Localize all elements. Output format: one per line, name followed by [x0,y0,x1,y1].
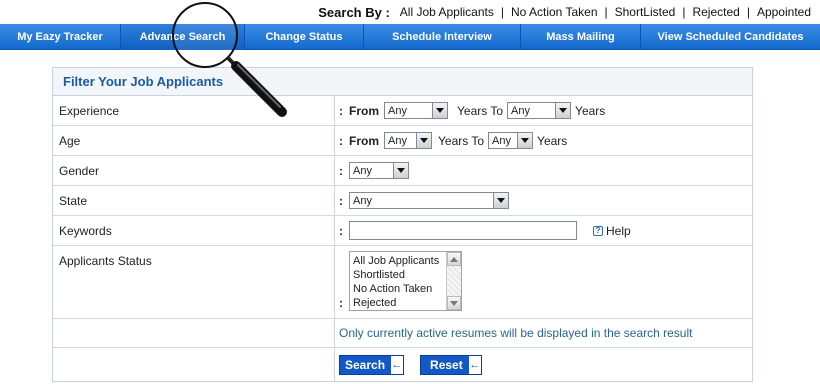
active-resumes-note: Only currently active resumes will be di… [339,326,693,340]
state-select[interactable]: Any [349,192,509,209]
colon: : [339,296,343,310]
search-by-all-job-applicants[interactable]: All Job Applicants [400,5,494,19]
help-label: Help [606,223,631,238]
status-row: Applicants Status : All Job Applicants S… [53,246,752,319]
search-by-bar: Search By : All Job Applicants | No Acti… [318,4,811,20]
chevron-down-icon [517,133,533,148]
panel-title: Filter Your Job Applicants [53,68,752,96]
gender-select[interactable]: Any [349,162,409,179]
age-row: Age : From Any Years To Any Years [53,126,752,156]
experience-from-select[interactable]: Any [384,102,448,119]
gender-label: Gender [53,156,335,185]
scroll-up-icon[interactable] [447,252,461,266]
buttons-row: Search ← Reset ← [53,348,752,381]
reset-button[interactable]: Reset ← [420,354,482,375]
colon: : [339,223,343,238]
experience-to-label: Years To [457,103,504,118]
keywords-row: Keywords : ? Help [53,216,752,246]
nav-advance-search[interactable]: Advance Search [120,24,244,50]
keywords-input[interactable] [349,221,577,240]
status-option[interactable]: Shortlisted [353,268,446,282]
help-link[interactable]: ? Help [593,224,631,238]
status-option[interactable]: Rejected [353,296,446,310]
filter-panel: Filter Your Job Applicants Experience : … [52,67,753,382]
experience-label: Experience [53,96,335,125]
search-button[interactable]: Search ← [339,354,405,375]
applicants-status-listbox[interactable]: All Job Applicants Shortlisted No Action… [349,251,462,311]
age-to-label: Years To [438,133,485,148]
colon: : [339,103,343,118]
empty-label [53,319,335,347]
age-unit: Years [537,133,568,148]
age-from-select[interactable]: Any [384,132,432,149]
colon: : [339,193,343,208]
search-by-rejected[interactable]: Rejected [692,5,739,19]
empty-label [53,348,335,381]
separator: | [746,5,750,19]
nav-change-status[interactable]: Change Status [244,24,363,50]
colon: : [339,163,343,178]
separator: | [500,5,504,19]
nav-mass-mailing[interactable]: Mass Mailing [520,24,640,50]
keywords-label: Keywords [53,216,335,245]
scroll-down-icon[interactable] [447,296,461,310]
age-to-select[interactable]: Any [488,132,534,149]
main-nav: My Eazy Tracker Advance Search Change St… [0,24,820,50]
gender-row: Gender : Any [53,156,752,186]
help-icon: ? [593,225,603,236]
chevron-down-icon [432,103,447,118]
age-label: Age [53,126,335,155]
age-from-label: From [349,133,379,148]
arrow-left-icon: ← [468,355,481,374]
arrow-left-icon: ← [391,355,404,374]
search-by-label: Search By : [318,4,390,20]
search-by-appointed[interactable]: Appointed [757,5,811,19]
nav-my-eazy-tracker[interactable]: My Eazy Tracker [0,24,120,50]
state-row: State : Any [53,186,752,216]
separator: | [604,5,608,19]
status-option[interactable]: No Action Taken [353,282,446,296]
experience-row: Experience : From Any Years To Any Years [53,96,752,126]
separator: | [682,5,686,19]
chevron-down-icon [555,103,571,118]
status-label: Applicants Status [53,246,335,318]
chevron-down-icon [493,193,508,208]
experience-to-select[interactable]: Any [507,102,572,119]
experience-unit: Years [575,103,606,118]
nav-view-scheduled-candidates[interactable]: View Scheduled Candidates [640,24,820,50]
colon: : [339,133,343,148]
chevron-down-icon [416,133,431,148]
status-option[interactable]: All Job Applicants [353,254,446,268]
search-by-no-action-taken[interactable]: No Action Taken [511,5,598,19]
search-by-shortlisted[interactable]: ShortListed [615,5,676,19]
state-label: State [53,186,335,215]
experience-from-label: From [349,103,379,118]
scroll-track[interactable] [447,266,461,296]
nav-schedule-interview[interactable]: Schedule Interview [363,24,520,50]
note-row: Only currently active resumes will be di… [53,319,752,348]
chevron-down-icon [393,163,408,178]
listbox-scrollbar[interactable] [446,252,461,310]
